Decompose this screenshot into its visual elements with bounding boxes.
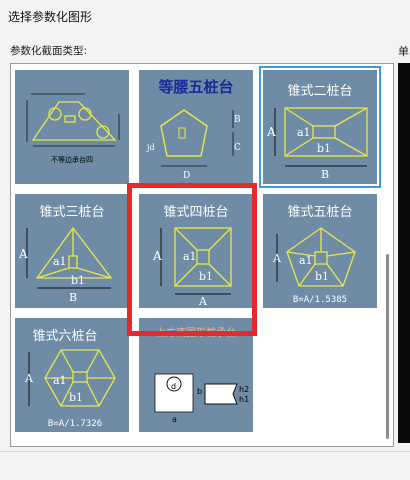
dim-label-B: B: [234, 115, 241, 125]
shape-tile-unequal-cap[interactable]: 不等边承台四: [15, 70, 129, 184]
dim-label-a1: a1: [297, 126, 311, 139]
dim-label-a1: a1: [53, 374, 67, 387]
section-label: 参数化截面类型:: [10, 45, 88, 57]
tile-caption: 锥式六桩台: [32, 329, 97, 344]
dim-label-b1: b1: [71, 274, 85, 287]
dim-label-b1: b1: [69, 391, 83, 404]
tile-caption: 锥式五桩台: [287, 205, 352, 220]
dialog-window: 选择参数化图形 参数化截面类型: 单 不等边承台四 等腰五桩台 B C D jd…: [0, 0, 410, 480]
tile-caption: 锥式三桩台: [39, 205, 104, 220]
shape-tile-isosceles-five-pile[interactable]: 等腰五桩台 B C D jd: [139, 70, 253, 184]
tile-caption: 不等边承台四: [51, 155, 93, 164]
shape-tile-cone-six-pile[interactable]: 锥式六桩台 A a1 b1 B=A/1.7326: [15, 318, 129, 432]
dim-label-h1: h1: [239, 395, 249, 404]
dim-label-b: b: [197, 387, 202, 396]
dim-label-a1: a1: [53, 255, 67, 268]
formula-label: B=A/1.5385: [293, 295, 347, 305]
dim-label-h2: h2: [239, 385, 249, 394]
gallery-scrollbar[interactable]: [386, 254, 389, 439]
dim-label-A: A: [272, 252, 282, 265]
shape-tile-cone-five-pile[interactable]: 锥式五桩台 A a1 b1 B=A/1.5385: [263, 194, 377, 308]
dim-label-C: C: [234, 143, 241, 153]
preview-panel: [398, 63, 410, 443]
shape-tile-cone-three-pile[interactable]: 锥式三桩台 A a1 b1 B: [15, 194, 129, 308]
dim-label-b1: b1: [315, 270, 329, 283]
dim-label-D: D: [183, 171, 190, 181]
dim-label-jd: jd: [146, 143, 155, 152]
highlight-box: [127, 183, 257, 336]
dim-label-a: a: [172, 415, 177, 424]
dim-label-A: A: [266, 125, 276, 139]
dim-label-b1: b1: [317, 142, 331, 155]
window-title: 选择参数化图形: [8, 10, 93, 24]
formula-label: B=A/1.7326: [48, 419, 102, 429]
dim-label-A: A: [24, 372, 34, 385]
dim-label-A: A: [18, 247, 28, 261]
tile-caption: 锥式二桩台: [287, 84, 352, 99]
dim-label-B: B: [321, 168, 329, 181]
dim-label-B: B: [69, 291, 77, 304]
footer-divider: [0, 451, 410, 452]
shape-tile-cone-two-pile[interactable]: 锥式二桩台 A a1 b1 B: [259, 66, 381, 188]
dim-label-d: d: [171, 382, 176, 391]
side-label: 单: [398, 45, 409, 58]
tile-caption: 等腰五桩台: [158, 78, 233, 96]
dim-label-a1: a1: [299, 254, 313, 267]
